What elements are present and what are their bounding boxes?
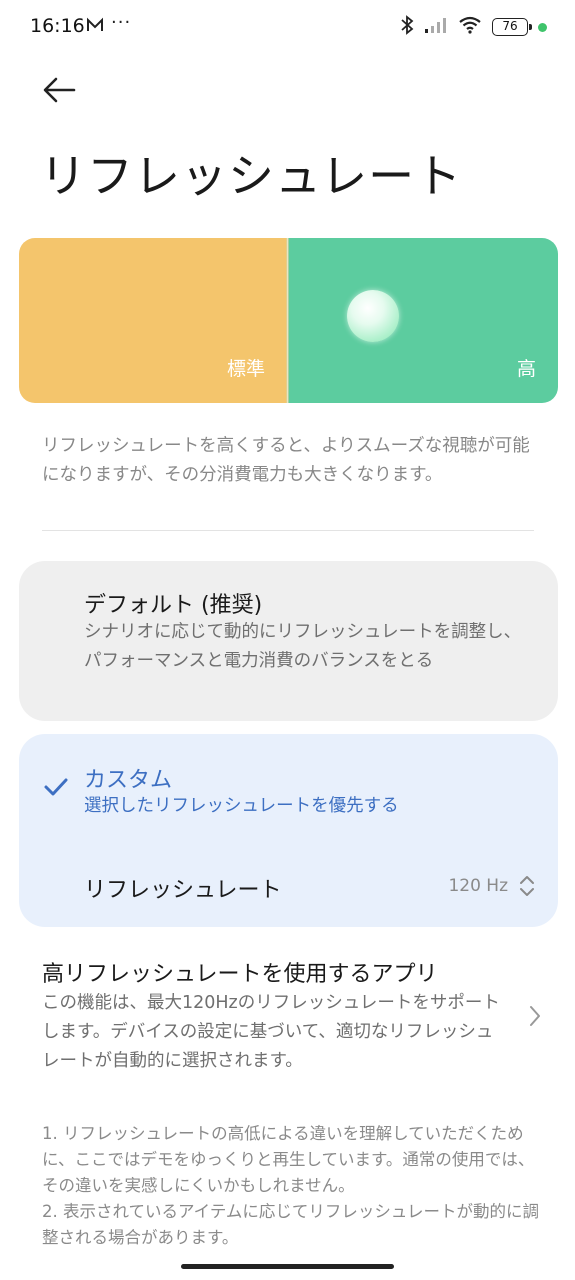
note-1: 1. リフレッシュレートの高低による違いを理解していただくために、ここではデモを… [42, 1124, 535, 1195]
wifi-icon [458, 16, 482, 38]
home-indicator[interactable] [181, 1264, 394, 1269]
page-title: リフレッシュレート [40, 149, 463, 203]
refresh-rate-value: 120 Hz [448, 876, 508, 896]
signal-icon [424, 16, 448, 38]
preview-divider [286, 238, 289, 403]
apps-subtitle: この機能は、最大120Hzのリフレッシュレートをサポートします。デバイスの設定に… [42, 993, 500, 1071]
refresh-rate-label: リフレッシュレート [84, 878, 282, 903]
battery-icon: 76 [492, 18, 532, 36]
notes: 1. リフレッシュレートの高低による違いを理解していただくために、ここではデモを… [42, 1121, 542, 1251]
note-2: 2. 表示されているアイテムに応じてリフレッシュレートが動的に調整される場合があ… [42, 1202, 540, 1247]
back-button[interactable] [40, 72, 80, 108]
apps-title: 高リフレッシュレートを使用するアプリ [42, 962, 438, 987]
preview-standard-label: 標準 [226, 358, 265, 380]
demo-ball [347, 290, 399, 342]
more-notifications-icon: ··· [111, 12, 132, 33]
bluetooth-icon [400, 15, 414, 39]
description: リフレッシュレートを高くすると、よりスムーズな視聴が可能になりますが、その分消費… [42, 436, 530, 485]
up-down-chevron-icon [518, 872, 536, 904]
status-bar: 16:16 ··· 76 [0, 0, 575, 56]
high-refresh-apps-item[interactable]: 高リフレッシュレートを使用するアプリ この機能は、最大120Hzのリフレッシュレ… [42, 956, 542, 1078]
mail-icon [86, 17, 104, 37]
chevron-right-icon [528, 1004, 542, 1032]
status-icons: 76 [400, 15, 547, 39]
option-custom-title: カスタム [84, 768, 173, 793]
option-custom-subtitle: 選択したリフレッシュレートを優先する [84, 796, 399, 816]
preview-high-label: 高 [516, 358, 536, 380]
preview-standard: 標準 [19, 238, 287, 403]
status-dot [538, 22, 547, 32]
check-icon [43, 776, 69, 802]
arrow-left-icon [43, 77, 76, 103]
option-custom[interactable]: カスタム 選択したリフレッシュレートを優先する リフレッシュレート 120 Hz [19, 734, 558, 927]
status-time: 16:16 [30, 15, 85, 37]
option-default-subtitle: シナリオに応じて動的にリフレッシュレートを調整し、パフォーマンスと電力消費のバラ… [84, 622, 522, 671]
option-default[interactable]: デフォルト (推奨) シナリオに応じて動的にリフレッシュレートを調整し、パフォー… [19, 561, 558, 721]
preview-high: 高 [288, 238, 558, 403]
divider [42, 530, 534, 531]
refresh-rate-selector[interactable]: リフレッシュレート 120 Hz [19, 862, 558, 912]
option-default-title: デフォルト (推奨) [84, 593, 263, 618]
refresh-rate-preview: 標準 高 [19, 238, 558, 403]
